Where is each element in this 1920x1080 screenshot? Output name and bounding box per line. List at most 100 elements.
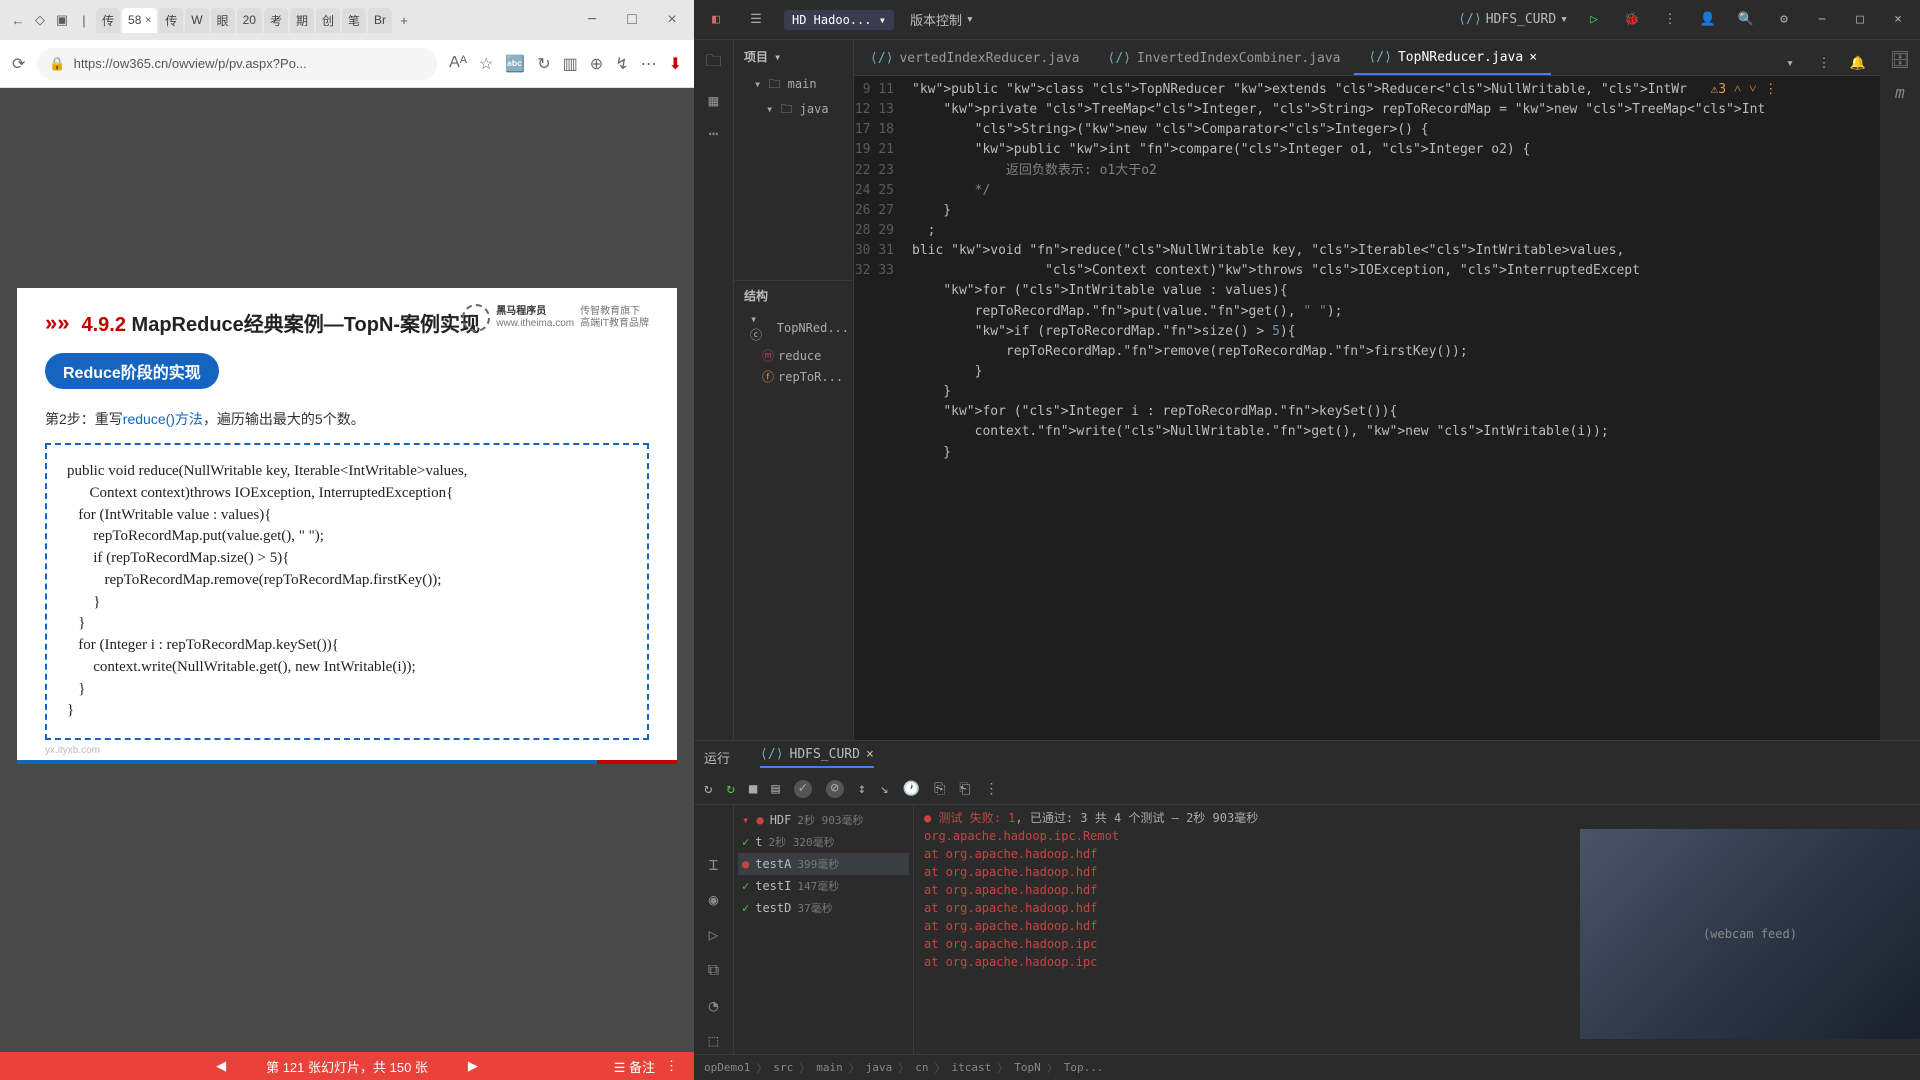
more-run-icon[interactable]: ⋮: [1658, 8, 1682, 32]
code-editor[interactable]: 9 11 12 13 17 18 19 21 22 23 24 25 26 27…: [854, 76, 1880, 740]
main-menu-icon[interactable]: ☰: [744, 8, 768, 32]
show-ignored-icon[interactable]: ⊘: [826, 780, 844, 798]
git-rail-icon[interactable]: ◉: [709, 890, 719, 909]
collections-icon[interactable]: ⊕: [590, 54, 603, 74]
close-tab-icon[interactable]: ×: [145, 15, 151, 26]
shield-icon[interactable]: ◇: [30, 10, 50, 30]
ide-app-icon[interactable]: ◧: [704, 8, 728, 32]
stop-icon[interactable]: ■: [749, 781, 757, 797]
breadcrumb-segment[interactable]: itcast: [951, 1061, 991, 1074]
translate-icon[interactable]: 🔤: [505, 54, 525, 74]
ide-close-icon[interactable]: ×: [1886, 8, 1910, 32]
build-rail-icon[interactable]: ⬚: [709, 1031, 719, 1050]
ext-icon[interactable]: ⋯: [641, 54, 657, 74]
project-panel-header[interactable]: 项目 ▾: [734, 40, 853, 73]
back-icon[interactable]: ←: [8, 10, 28, 30]
sidebar-icon[interactable]: ▣: [52, 10, 72, 30]
terminal-rail-icon[interactable]: ⌶: [709, 855, 719, 874]
minimize-button[interactable]: −: [578, 6, 606, 34]
browser-tab[interactable]: 58×: [122, 8, 157, 33]
more-tools-icon[interactable]: ⋯: [709, 124, 719, 143]
tab-more-icon[interactable]: ⋮: [1812, 51, 1836, 75]
ide-maximize-icon[interactable]: □: [1848, 8, 1872, 32]
breadcrumb-segment[interactable]: java: [866, 1061, 893, 1074]
star-icon[interactable]: ☆: [479, 54, 493, 74]
structure-panel-header[interactable]: 结构: [734, 281, 853, 310]
close-tab-icon[interactable]: ×: [1529, 50, 1537, 65]
slide-more-button[interactable]: ⋮: [665, 1058, 678, 1074]
show-passed-icon[interactable]: ✓: [794, 780, 812, 798]
editor-tab[interactable]: ⟨/⟩ InvertedIndexCombiner.java: [1094, 42, 1355, 75]
sort-icon[interactable]: ↕: [858, 781, 866, 797]
debug-button[interactable]: 🐞: [1620, 8, 1644, 32]
breadcrumb[interactable]: opDemo1〉src〉main〉java〉cn〉itcast〉TopN〉Top…: [694, 1054, 1920, 1080]
structure-field[interactable]: ⓕ repToR...: [734, 366, 853, 387]
run-tab-label[interactable]: 运行: [704, 748, 730, 767]
browser-tab[interactable]: 创: [316, 8, 340, 33]
structure-tool-icon[interactable]: ▦: [709, 91, 719, 110]
sync-icon[interactable]: ↯: [615, 54, 628, 74]
prev-slide-button[interactable]: ◀: [216, 1058, 226, 1074]
browser-tab[interactable]: 期: [290, 8, 314, 33]
notifications-icon[interactable]: 🔔: [1846, 51, 1870, 75]
split-icon[interactable]: ▥: [563, 54, 578, 74]
collab-icon[interactable]: 👤: [1696, 8, 1720, 32]
db-tool-icon[interactable]: 🗄: [1890, 50, 1910, 69]
test-console[interactable]: ● 测试 失败: 1, 已通过: 3 共 4 个测试 – 2秒 903毫秒 or…: [914, 805, 1920, 1054]
browser-tab[interactable]: 传: [96, 8, 120, 33]
notes-button[interactable]: ☰ 备注: [614, 1057, 655, 1076]
history-icon[interactable]: 🕐: [903, 781, 920, 797]
tree-item[interactable]: ▾ 🗀 main: [738, 73, 853, 98]
editor-tab[interactable]: ⟨/⟩ TopNReducer.java ×: [1354, 42, 1551, 75]
test-result-item[interactable]: ✓ testI 147毫秒: [738, 875, 909, 897]
run-button[interactable]: ▷: [1582, 8, 1606, 32]
editor-tab[interactable]: ⟨/⟩ vertedIndexReducer.java: [856, 42, 1094, 75]
profiler-rail-icon[interactable]: ◔: [709, 996, 719, 1015]
breadcrumb-segment[interactable]: cn: [915, 1061, 928, 1074]
browser-tab[interactable]: 考: [264, 8, 288, 33]
text-size-icon[interactable]: Aᴬ: [449, 54, 467, 74]
run-rail-icon[interactable]: ▷: [709, 925, 719, 944]
test-result-item[interactable]: ✓ t 2秒 320毫秒: [738, 831, 909, 853]
layout-icon[interactable]: ▤: [771, 781, 779, 797]
refresh2-icon[interactable]: ↻: [537, 54, 550, 74]
browser-tab[interactable]: W: [185, 8, 208, 33]
rerun-failed-icon[interactable]: ↻: [726, 781, 734, 797]
structure-method[interactable]: ⓜ reduce: [734, 345, 853, 366]
maven-tool-icon[interactable]: m: [1895, 83, 1905, 102]
vcs-selector[interactable]: 版本控制 ▾: [910, 10, 974, 29]
close-window-button[interactable]: ×: [658, 6, 686, 34]
browser-tab[interactable]: 笔: [342, 8, 366, 33]
browser-tab[interactable]: 传: [159, 8, 183, 33]
close-tab-icon[interactable]: ×: [866, 747, 874, 762]
project-selector[interactable]: HD Hadoo... ▾: [784, 10, 894, 30]
browser-tab[interactable]: 20: [237, 8, 262, 33]
project-tool-icon[interactable]: 🗀: [705, 50, 721, 77]
settings-icon[interactable]: ⚙: [1772, 8, 1796, 32]
breadcrumb-segment[interactable]: src: [773, 1061, 793, 1074]
breadcrumb-segment[interactable]: main: [816, 1061, 843, 1074]
downloads-icon[interactable]: ⬇: [669, 54, 682, 74]
ide-minimize-icon[interactable]: −: [1810, 8, 1834, 32]
console-rail-icon[interactable]: ⧉: [708, 960, 719, 980]
url-input[interactable]: 🔒 https://ow365.cn/owview/p/pv.aspx?Po..…: [37, 48, 437, 80]
breadcrumb-segment[interactable]: opDemo1: [704, 1061, 750, 1074]
breadcrumb-segment[interactable]: TopN: [1014, 1061, 1041, 1074]
structure-class[interactable]: ▾ ⓒ TopNRed...: [734, 310, 853, 345]
search-icon[interactable]: 🔍: [1734, 8, 1758, 32]
new-tab-button[interactable]: +: [394, 10, 414, 30]
test-result-item[interactable]: ▾ ● HDF 2秒 903毫秒: [738, 809, 909, 831]
browser-tab[interactable]: Br: [368, 8, 392, 33]
breadcrumb-segment[interactable]: Top...: [1064, 1061, 1104, 1074]
expand-icon[interactable]: ↘: [880, 781, 888, 797]
browser-tab[interactable]: 眼: [211, 8, 235, 33]
maximize-button[interactable]: □: [618, 6, 646, 34]
export-icon[interactable]: ⎘: [934, 781, 945, 797]
code-content[interactable]: "kw">public "kw">class "cls">TopNReducer…: [904, 76, 1880, 740]
reload-button[interactable]: ⟳: [12, 54, 25, 74]
run-config-selector[interactable]: ⟨/⟩ HDFS_CURD ▾: [1458, 12, 1568, 27]
import-icon[interactable]: ⎗: [959, 781, 970, 797]
next-slide-button[interactable]: ▶: [468, 1058, 478, 1074]
test-result-item[interactable]: ● testA 399毫秒: [738, 853, 909, 875]
tree-item[interactable]: ▾ 🗀 java: [738, 98, 853, 123]
